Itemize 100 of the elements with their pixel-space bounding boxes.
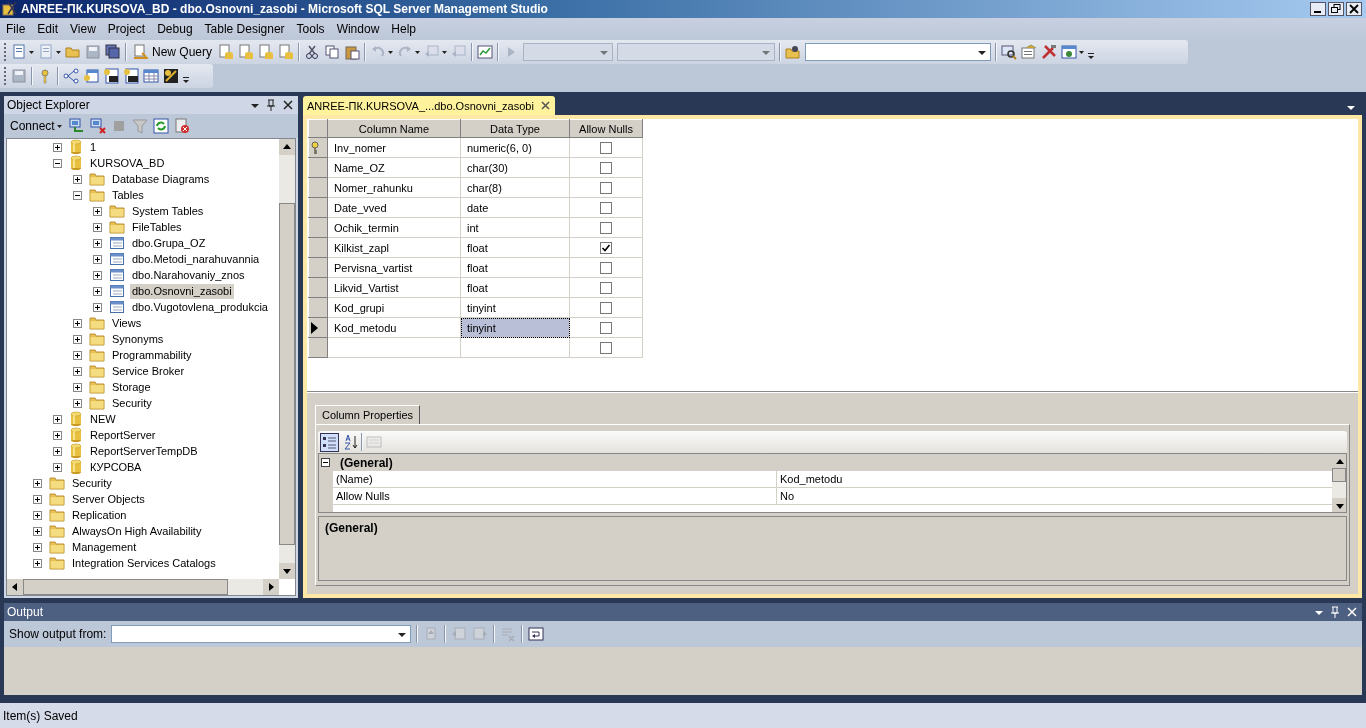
expand-icon[interactable] [53, 430, 62, 440]
table-cell[interactable]: int [460, 217, 570, 238]
vertical-scrollbar[interactable] [279, 139, 295, 579]
connect-icon[interactable] [68, 118, 85, 134]
word-wrap-icon[interactable] [528, 626, 545, 642]
tree-item[interactable]: Security [110, 395, 154, 411]
tree-item[interactable]: Database Diagrams [110, 171, 212, 187]
scroll-right-icon[interactable] [263, 579, 279, 595]
checkbox[interactable] [600, 281, 612, 294]
expand-icon[interactable] [93, 254, 102, 264]
overflow-icon[interactable] [1088, 53, 1095, 59]
scroll-thumb[interactable] [1332, 468, 1346, 482]
tree-item[interactable]: NEW [88, 411, 118, 427]
table-cell[interactable]: Nomer_rahunku [327, 177, 461, 198]
dropdown-field[interactable] [805, 43, 992, 61]
checkbox[interactable] [600, 141, 612, 154]
tree-item[interactable]: AlwaysOn High Availability [70, 523, 204, 539]
refresh-icon[interactable] [152, 118, 169, 134]
checkbox[interactable] [600, 161, 612, 174]
expand-icon[interactable] [33, 558, 42, 568]
table-cell[interactable]: numeric(6, 0) [460, 137, 570, 158]
web-browser-icon[interactable] [1061, 44, 1078, 60]
scroll-thumb[interactable] [279, 203, 295, 545]
tree-item[interactable]: KURSOVA_BD [88, 155, 167, 171]
tree-item[interactable]: 1 [88, 139, 99, 155]
tree-item[interactable]: FileTables [130, 219, 184, 235]
tree-item[interactable]: ReportServerTempDB [88, 443, 200, 459]
copy-icon[interactable] [324, 44, 341, 60]
tree-item[interactable]: System Tables [130, 203, 206, 219]
minimize-button[interactable] [1310, 2, 1326, 16]
scroll-up-icon[interactable] [279, 139, 295, 155]
column-header[interactable]: Allow Nulls [569, 119, 643, 138]
search-icon[interactable] [1001, 44, 1018, 60]
table-cell[interactable]: Kod_grupi [327, 297, 461, 318]
checkbox[interactable] [600, 221, 612, 234]
disconnect-icon[interactable] [89, 118, 106, 134]
expand-icon[interactable] [93, 238, 102, 248]
expand-icon[interactable] [93, 222, 102, 232]
table-cell[interactable]: float [460, 237, 570, 258]
save-all-icon[interactable] [105, 44, 121, 60]
tree-item[interactable]: Security [70, 475, 114, 491]
tree-item[interactable]: Synonyms [110, 331, 166, 347]
tree-item[interactable]: ReportServer [88, 427, 158, 443]
tools-icon[interactable] [1041, 44, 1058, 60]
table-cell[interactable]: Ochik_termin [327, 217, 461, 238]
expand-icon[interactable] [73, 318, 82, 328]
caret-icon[interactable] [415, 50, 421, 54]
overflow-icon[interactable] [183, 77, 189, 83]
grid-icon[interactable] [143, 68, 159, 84]
caret-icon[interactable] [442, 50, 448, 54]
expand-icon[interactable] [53, 446, 62, 456]
menu-item[interactable]: View [64, 20, 102, 38]
table-cell[interactable]: tinyint [460, 297, 570, 318]
tree-item[interactable]: dbo.Metodi_narahuvannia [130, 251, 262, 267]
checkbox[interactable] [600, 261, 612, 274]
menu-item[interactable]: Window [330, 20, 386, 38]
properties-icon[interactable] [1021, 44, 1038, 60]
expand-icon[interactable] [73, 366, 82, 376]
menu-item[interactable]: Table Designer [198, 20, 291, 38]
scroll-left-icon[interactable] [7, 579, 23, 595]
new-document-icon[interactable] [11, 44, 27, 60]
scroll-up-icon[interactable] [1332, 454, 1346, 468]
properties-tab[interactable]: Column Properties [315, 405, 421, 424]
table-cell[interactable]: char(8) [460, 177, 570, 198]
categorized-icon[interactable] [320, 432, 339, 452]
spatial-index-icon[interactable] [163, 68, 179, 84]
cut-icon[interactable] [304, 44, 321, 60]
table-cell[interactable]: char(30) [460, 157, 570, 178]
expand-icon[interactable] [73, 382, 82, 392]
table-cell[interactable]: Name_OZ [327, 157, 461, 178]
checkbox[interactable] [600, 321, 612, 334]
index-icon[interactable] [83, 68, 99, 84]
expand-icon[interactable] [73, 334, 82, 344]
menu-item[interactable]: Tools [290, 20, 331, 38]
tree-item[interactable]: Programmability [110, 347, 194, 363]
table-cell[interactable]: float [460, 257, 570, 278]
xml-index-icon[interactable] [123, 68, 139, 84]
expand-icon[interactable] [73, 174, 82, 184]
menu-item[interactable]: Debug [151, 20, 199, 38]
table-cell[interactable]: Kod_metodu [327, 317, 461, 338]
connect-button[interactable]: Connect [8, 119, 64, 133]
menu-item[interactable]: Project [101, 20, 152, 38]
menu-item[interactable]: Help [385, 20, 422, 38]
column-header[interactable]: Column Name [327, 119, 461, 138]
fulltext-index-icon[interactable] [103, 68, 119, 84]
close-icon[interactable] [539, 100, 551, 111]
tree-item[interactable]: dbo.Grupa_OZ [130, 235, 208, 251]
expand-icon[interactable] [53, 142, 62, 152]
expand-icon[interactable] [73, 398, 82, 408]
checked-checkbox[interactable] [600, 241, 612, 254]
tree-item[interactable]: Server Objects [70, 491, 147, 507]
caret-icon[interactable] [56, 50, 61, 54]
tree-item[interactable]: dbo.Vugotovlena_produkcia [130, 299, 270, 315]
scroll-down-icon[interactable] [279, 563, 295, 579]
table-cell[interactable] [460, 337, 570, 358]
table-cell[interactable] [327, 337, 461, 358]
checkbox[interactable] [600, 301, 612, 314]
table-cell[interactable]: Inv_nomer [327, 137, 461, 158]
table-cell[interactable]: Date_vved [327, 197, 461, 218]
tree-item[interactable]: Service Broker [110, 363, 187, 379]
